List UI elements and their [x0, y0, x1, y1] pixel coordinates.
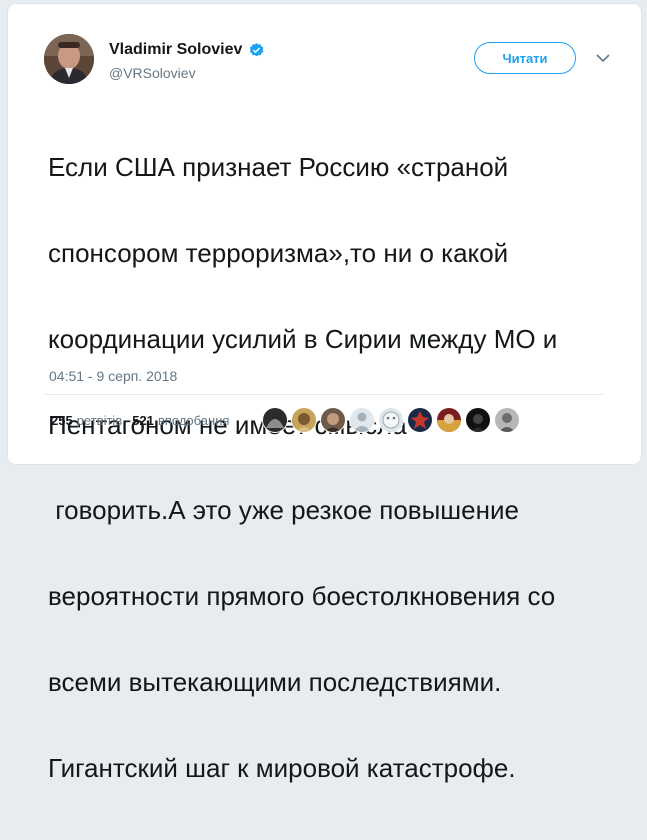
- tweet-text: Если США признает Россию «страной спонсо…: [48, 96, 618, 839]
- liker-avatar[interactable]: [495, 408, 519, 432]
- liker-avatar[interactable]: [437, 408, 461, 432]
- author-avatar[interactable]: [44, 34, 94, 84]
- liker-avatar[interactable]: [292, 408, 316, 432]
- tweet-timestamp[interactable]: 04:51 - 9 серп. 2018: [49, 367, 177, 385]
- author-name[interactable]: Vladimir Soloviev: [109, 40, 265, 60]
- tweet-text-line: Гигантский шаг к мировой катастрофе.: [48, 752, 516, 783]
- follow-button[interactable]: Читати: [474, 42, 576, 74]
- tweet-text-line: говорить.А это уже резкое повышение: [48, 495, 519, 526]
- tweet-text-line: спонсором терроризма»,то ни о какой: [48, 237, 509, 268]
- verified-badge-icon: [250, 42, 264, 56]
- tweet-stats: 255 ретвітів 521 вподобання: [51, 412, 239, 430]
- likes-label: вподобання: [157, 413, 230, 428]
- retweets-stat[interactable]: 255 ретвітів: [51, 412, 122, 430]
- liker-avatar[interactable]: [466, 408, 490, 432]
- author-handle[interactable]: @VRSoloviev: [109, 64, 196, 82]
- liker-avatar[interactable]: [263, 408, 287, 432]
- author-name-text[interactable]: Vladimir Soloviev: [109, 40, 242, 60]
- tweet-text-line: Если США признает Россию «страной: [48, 152, 509, 183]
- liker-avatar[interactable]: [321, 408, 345, 432]
- liker-avatar[interactable]: [350, 408, 374, 432]
- likes-count: 521: [132, 413, 154, 428]
- tweet-text-line: всеми вытекающими последствиями.: [48, 666, 502, 697]
- liker-avatars: [263, 408, 524, 432]
- retweets-label: ретвітів: [76, 413, 123, 428]
- tweet-text-line: координации усилий в Сирии между МО и: [48, 323, 558, 354]
- liker-avatar[interactable]: [379, 408, 403, 432]
- retweets-count: 255: [51, 413, 73, 428]
- liker-avatar[interactable]: [408, 408, 432, 432]
- tweet-text-line: вероятности прямого боестолкновения со: [48, 581, 556, 612]
- chevron-down-icon[interactable]: [595, 52, 611, 64]
- tweet-card: Vladimir Soloviev @VRSoloviev Читати Есл…: [8, 4, 641, 782]
- divider: [44, 394, 604, 395]
- likes-stat[interactable]: 521 вподобання: [132, 412, 229, 430]
